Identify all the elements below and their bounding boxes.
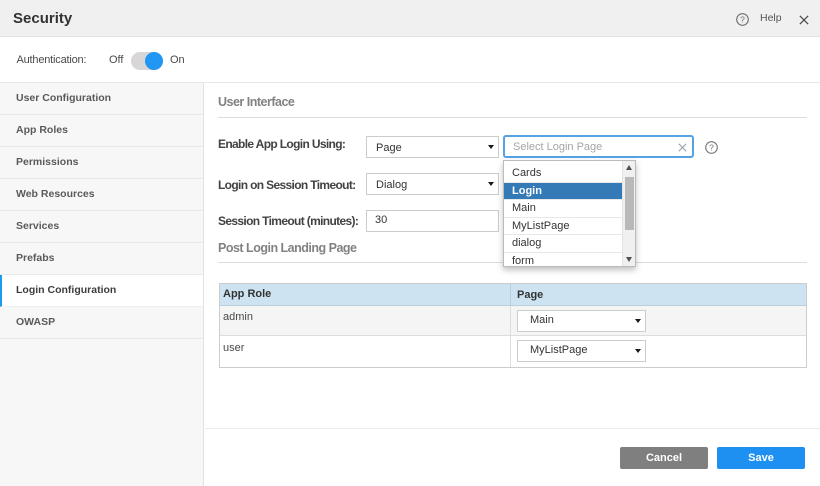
svg-text:?: ?	[740, 14, 745, 24]
svg-text:?: ?	[709, 143, 714, 153]
